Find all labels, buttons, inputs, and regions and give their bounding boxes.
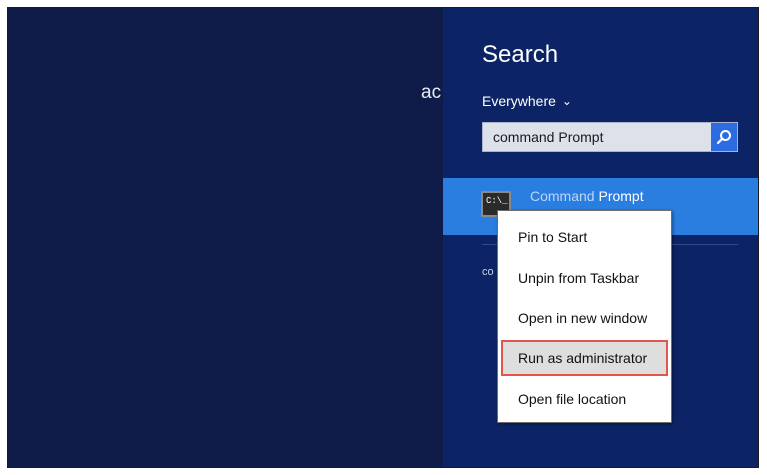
search-icon (716, 130, 731, 145)
menu-item-run-as-administrator[interactable]: Run as administrator (501, 340, 668, 376)
menu-item-open-file-location[interactable]: Open file location (501, 381, 668, 417)
search-button[interactable] (711, 123, 737, 151)
search-input[interactable] (483, 123, 717, 151)
start-screen-background (8, 8, 443, 467)
section-label: co (482, 266, 494, 278)
result-label-light: Command (530, 188, 595, 204)
search-box (482, 122, 738, 152)
charm-title: Search (482, 41, 559, 68)
result-label-bold: Prompt (598, 188, 644, 204)
menu-item-unpin-from-taskbar[interactable]: Unpin from Taskbar (501, 260, 668, 296)
menu-item-open-in-new-window[interactable]: Open in new window (501, 300, 668, 336)
menu-item-pin-to-start[interactable]: Pin to Start (501, 219, 668, 255)
scope-label: Everywhere (482, 93, 556, 109)
result-label: Command Prompt (530, 188, 644, 204)
context-menu: Pin to Start Unpin from Taskbar Open in … (497, 210, 672, 423)
background-tile-text: ac (421, 82, 442, 103)
chevron-down-icon: ⌄ (561, 94, 572, 108)
search-scope-dropdown[interactable]: Everywhere ⌄ (482, 93, 572, 109)
